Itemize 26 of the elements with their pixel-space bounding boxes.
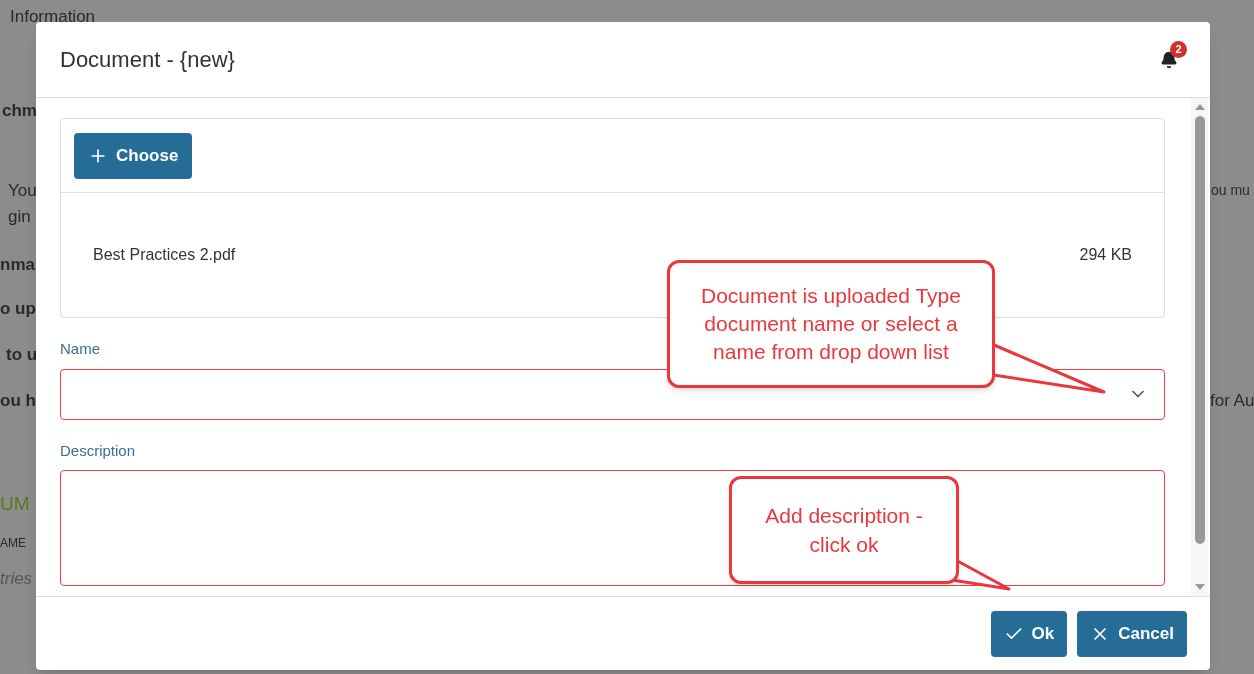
field-label: Name	[60, 339, 100, 359]
background-text: for Au	[1210, 390, 1254, 412]
background-text: o up	[0, 298, 36, 320]
callout: Add description - click ok	[729, 476, 959, 584]
ok-button[interactable]: Ok	[990, 610, 1068, 657]
background-text: nma	[0, 254, 35, 276]
background-text: You	[8, 180, 37, 202]
background-text: ou mu	[1211, 181, 1250, 200]
file-name: Best Practices 2.pdf	[93, 245, 236, 265]
dialog-title: Document - {new}	[60, 46, 235, 74]
file-size: 294 KB	[1079, 245, 1132, 265]
choose-button[interactable]: Choose	[74, 132, 193, 179]
notification-badge: 2	[1170, 40, 1187, 58]
cancel-button[interactable]: Cancel	[1077, 610, 1187, 657]
callout: Document is uploaded Type document name or select a name from drop down list	[667, 260, 995, 388]
field-label: Description	[60, 440, 136, 461]
background-text: gin	[8, 206, 31, 228]
background-text: to u	[6, 344, 38, 366]
background-text: chm	[2, 100, 37, 122]
background-text: Information	[10, 6, 96, 28]
scrollbar[interactable]	[1191, 98, 1208, 596]
background-text: ou h	[0, 390, 36, 412]
description-field[interactable]	[60, 470, 1165, 586]
background-text: UM	[0, 492, 30, 516]
bell-icon[interactable]	[1160, 50, 1178, 69]
background-text: AME	[0, 535, 26, 552]
